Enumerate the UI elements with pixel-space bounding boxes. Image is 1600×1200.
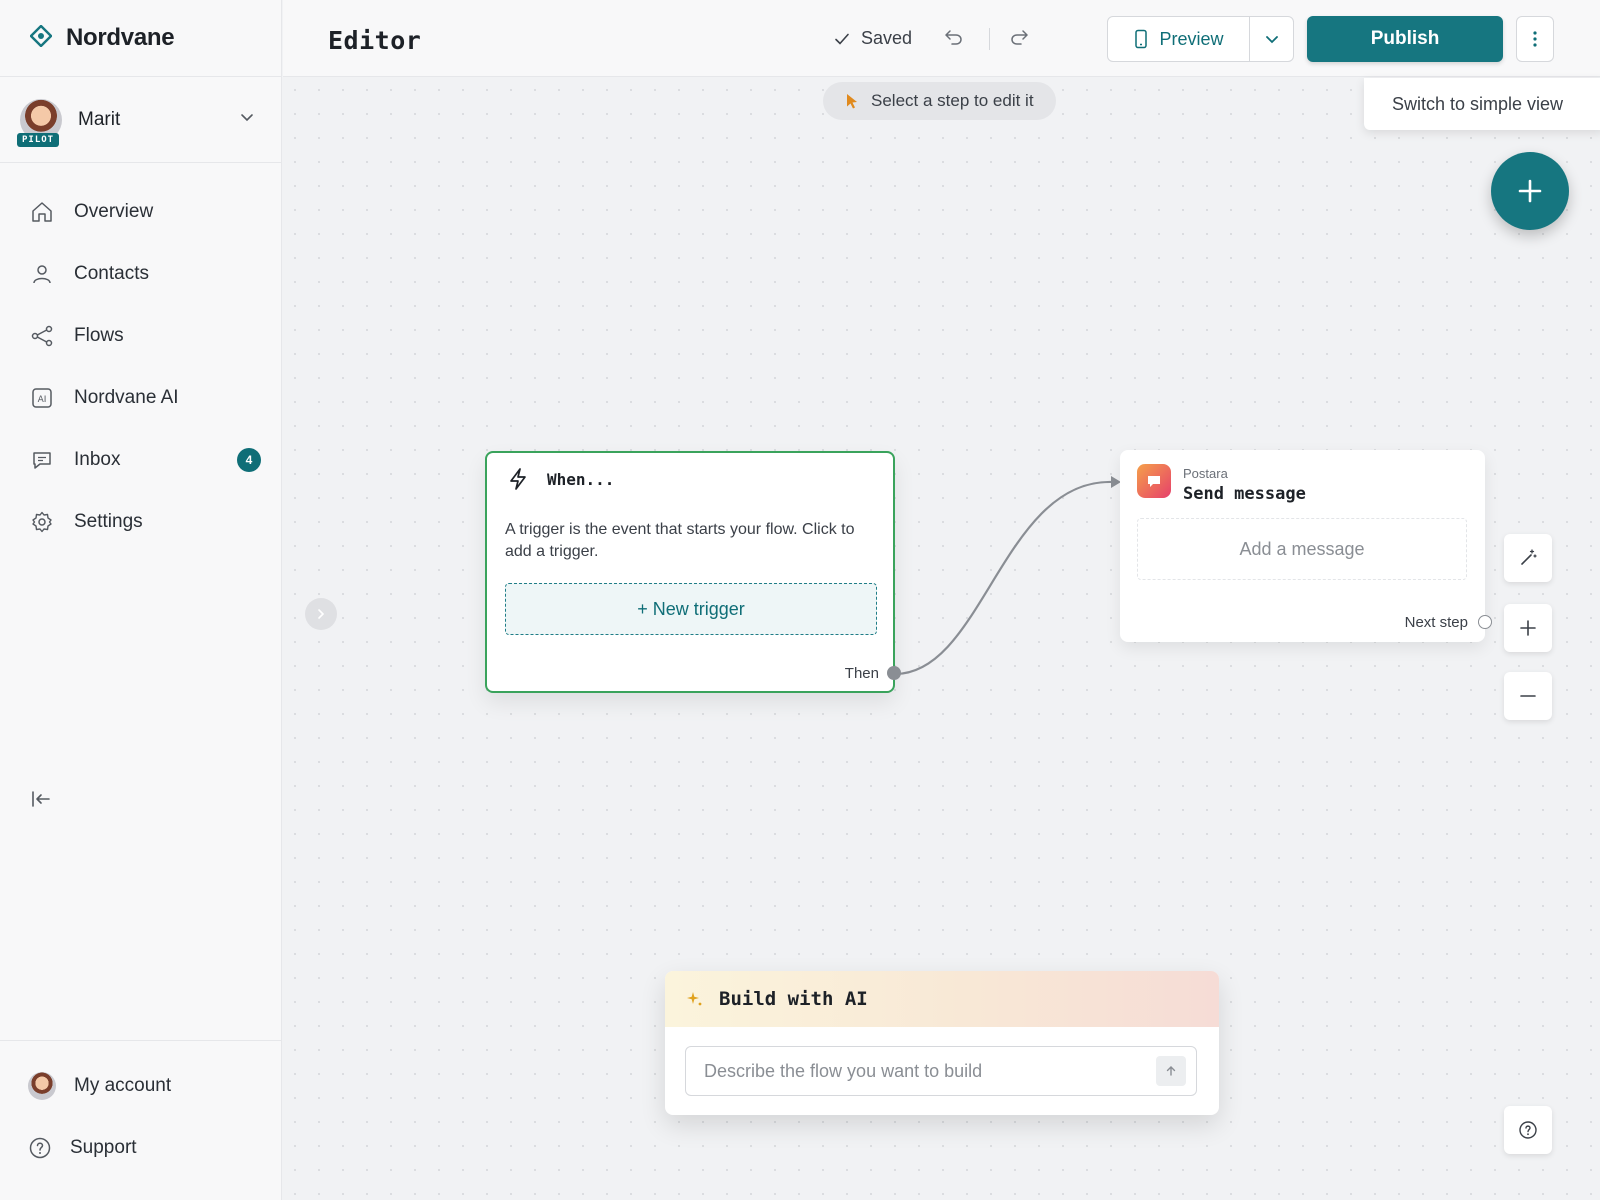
nav-label: Nordvane AI [74, 387, 179, 408]
nav-label: Overview [74, 201, 154, 222]
my-account-link[interactable]: My account [0, 1055, 281, 1117]
toolbar-divider [989, 28, 990, 50]
magic-wand-icon [1521, 549, 1537, 565]
user-switcher[interactable]: PILOT Marit [0, 77, 281, 163]
nav-item-flows[interactable]: Flows [0, 305, 281, 367]
collapse-sidebar-icon[interactable] [30, 788, 52, 815]
add-message-field[interactable]: Add a message [1137, 518, 1467, 580]
nav-item-overview[interactable]: Overview [0, 181, 281, 243]
switch-to-simple-view[interactable]: Switch to simple view [1364, 78, 1600, 130]
chevron-down-icon [239, 109, 255, 130]
then-label: Then [844, 665, 879, 682]
nav-item-nordvane-ai[interactable]: AI Nordvane AI [0, 367, 281, 429]
nav-label: Inbox [74, 449, 121, 470]
phone-icon [1135, 29, 1148, 49]
zoom-in-button[interactable] [1504, 604, 1552, 652]
canvas-hint: Select a step to edit it [823, 82, 1056, 120]
canvas-hint-text: Select a step to edit it [871, 91, 1034, 110]
send-message-step-card[interactable]: Postara Send message Add a message Next … [1120, 450, 1492, 642]
more-options-button[interactable] [1516, 16, 1554, 62]
zoom-out-button[interactable] [1504, 672, 1552, 720]
page-title: Editor [328, 26, 422, 55]
help-circle-icon [1519, 1121, 1537, 1139]
avatar [28, 1072, 56, 1100]
user-name: Marit [78, 108, 121, 130]
postara-app-icon [1137, 464, 1171, 498]
preview-options-button[interactable] [1250, 17, 1293, 61]
plus-icon [1518, 179, 1542, 203]
plus-icon [1520, 620, 1536, 636]
minus-icon [1520, 695, 1536, 697]
then-output-port[interactable] [887, 666, 901, 680]
sidebar-footer: My account Support [0, 1040, 281, 1200]
undo-icon[interactable] [943, 26, 965, 53]
flow-canvas[interactable]: Select a step to edit it Switch to simpl… [283, 78, 1600, 1200]
next-step-label: Next step [1404, 614, 1468, 631]
share-nodes-icon [31, 325, 53, 347]
help-circle-icon [29, 1137, 51, 1159]
nav-label: Flows [74, 325, 124, 346]
main-nav: Overview Contacts Flows AI Nordvane AI I… [0, 163, 281, 553]
gear-icon [32, 511, 52, 533]
nav-item-inbox[interactable]: Inbox 4 [0, 429, 281, 491]
pilot-badge: PILOT [17, 132, 60, 147]
ai-icon: AI [32, 388, 52, 408]
inbox-count-badge: 4 [237, 448, 261, 472]
next-step-output-port[interactable] [1478, 615, 1492, 629]
nav-label: Contacts [74, 263, 149, 284]
preview-button[interactable]: Preview [1108, 17, 1250, 61]
preview-label: Preview [1159, 28, 1224, 49]
step-app-name: Postara [1183, 466, 1228, 481]
check-icon [835, 33, 849, 45]
person-icon [33, 265, 51, 284]
sidebar: Nordvane PILOT Marit Overview Contacts F… [0, 0, 282, 1200]
nav-item-contacts[interactable]: Contacts [0, 243, 281, 305]
support-link[interactable]: Support [0, 1117, 281, 1179]
trigger-description: A trigger is the event that starts your … [505, 521, 855, 560]
magic-wand-button[interactable] [1504, 534, 1552, 582]
ai-prompt-field [685, 1046, 1197, 1096]
ai-panel-title: Build with AI [719, 988, 868, 1010]
ai-prompt-input[interactable] [686, 1047, 1156, 1095]
trigger-step-card[interactable]: When... A trigger is the event that star… [485, 451, 901, 693]
kebab-menu-icon [1533, 31, 1537, 47]
brand-name: Nordvane [66, 24, 175, 51]
support-label: Support [70, 1137, 137, 1158]
ai-send-button[interactable] [1156, 1056, 1186, 1086]
cursor-icon [847, 94, 857, 109]
my-account-label: My account [74, 1075, 172, 1096]
nav-item-settings[interactable]: Settings [0, 491, 281, 553]
build-with-ai-panel: Build with AI [665, 971, 1219, 1115]
help-button[interactable] [1504, 1106, 1552, 1154]
avatar: PILOT [17, 98, 62, 147]
expand-panel-button[interactable] [305, 598, 337, 630]
redo-icon[interactable] [1008, 26, 1030, 53]
arrow-up-icon [1166, 1066, 1176, 1076]
step-title: Send message [1183, 484, 1306, 504]
brand[interactable]: Nordvane [0, 0, 281, 77]
new-trigger-button[interactable]: + New trigger [505, 583, 877, 635]
saved-status: Saved [833, 28, 912, 49]
chevron-down-icon [1265, 36, 1278, 44]
topbar: Editor Saved Preview Publish [283, 0, 1600, 77]
preview-split-button: Preview [1107, 16, 1294, 62]
ai-panel-header: Build with AI [665, 971, 1219, 1027]
sparkle-icon [687, 992, 702, 1006]
nav-label: Settings [74, 511, 143, 532]
saved-label: Saved [861, 28, 913, 48]
publish-button[interactable]: Publish [1307, 16, 1503, 62]
add-step-button[interactable] [1491, 152, 1569, 230]
trigger-header: When... [507, 467, 614, 491]
chevron-right-icon [318, 609, 325, 619]
svg-text:AI: AI [38, 395, 47, 405]
chat-icon [33, 452, 51, 469]
home-icon [32, 202, 52, 222]
diamond-logo-icon [29, 23, 53, 52]
lightning-icon [510, 468, 526, 490]
trigger-title: When... [547, 469, 615, 489]
